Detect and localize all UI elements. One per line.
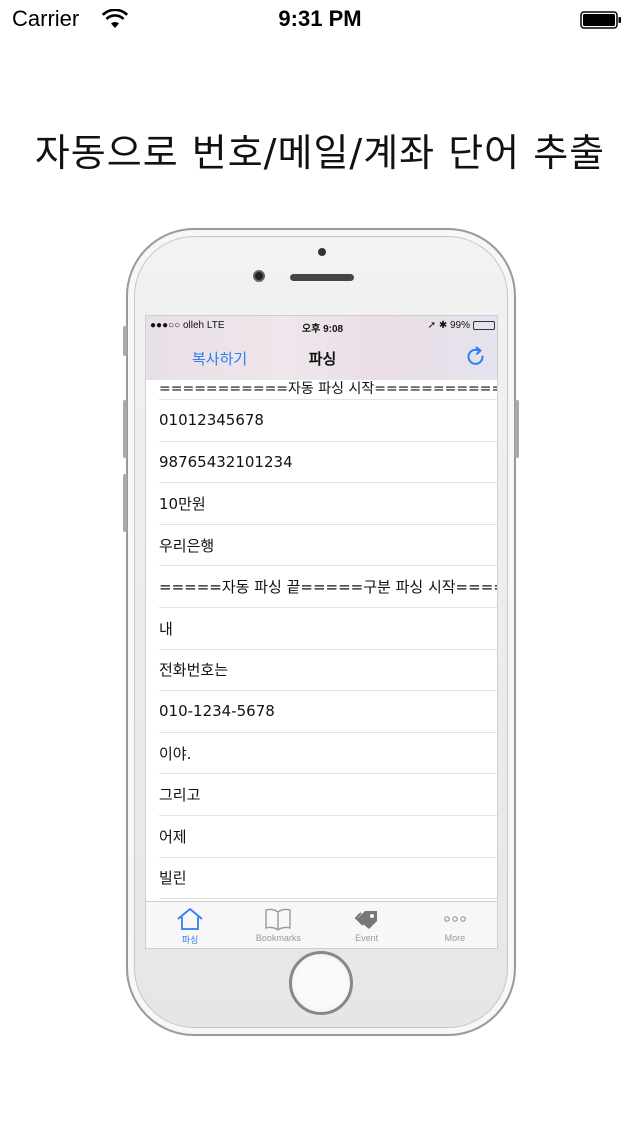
- inner-battery-icon: [473, 321, 495, 330]
- tab-parsing[interactable]: 파싱: [146, 902, 234, 948]
- list-item[interactable]: 그리고: [159, 774, 497, 816]
- refresh-icon[interactable]: [465, 346, 487, 368]
- battery-icon: [580, 11, 621, 29]
- tab-label: Bookmarks: [255, 933, 301, 943]
- power-button: [515, 400, 519, 458]
- list-item[interactable]: 내: [159, 608, 497, 650]
- inner-status-indicators: ➚ ✱ 99%: [427, 320, 470, 331]
- inner-status-bar: ●●●○○ olleh LTE 오후 9:08 ➚ ✱ 99%: [146, 316, 497, 336]
- headline: 자동으로 번호/메일/계좌 단어 추출: [34, 131, 606, 175]
- list-item[interactable]: 빌린: [159, 858, 497, 900]
- nav-bar: 복사하기 파싱: [146, 336, 497, 380]
- list-item[interactable]: 10만원: [159, 483, 497, 525]
- tab-label: 파싱: [181, 935, 199, 945]
- tab-event[interactable]: Event: [323, 902, 411, 948]
- phone-frame: ●●●○○ olleh LTE 오후 9:08 ➚ ✱ 99% 복사하기 파싱: [123, 228, 519, 1036]
- list-item[interactable]: ===========자동 파싱 시작============: [159, 380, 497, 400]
- outer-status-bar: Carrier 9:31 PM: [0, 0, 640, 40]
- proximity-sensor: [318, 248, 326, 256]
- list-item[interactable]: 01012345678: [159, 400, 497, 442]
- volume-up-button: [123, 400, 127, 458]
- tab-label: Event: [355, 933, 379, 943]
- page: Carrier 9:31 PM 자동으로 번호/메일/계좌 단어 추출 ●●●○…: [0, 0, 640, 1136]
- list-item[interactable]: 전화번호는: [159, 650, 497, 692]
- tab-bookmarks[interactable]: Bookmarks: [234, 902, 322, 948]
- tab-label: More: [444, 933, 466, 943]
- volume-down-button: [123, 474, 127, 532]
- status-time: 9:31 PM: [278, 6, 362, 31]
- tab-more[interactable]: More: [411, 902, 497, 948]
- list-item[interactable]: 010-1234-5678: [159, 691, 497, 733]
- book-icon: [265, 908, 292, 931]
- front-camera-icon: [253, 270, 265, 282]
- mute-switch: [123, 326, 127, 356]
- more-icon: [444, 916, 466, 922]
- tag-icon: [354, 911, 377, 929]
- home-icon: [177, 908, 203, 930]
- navigation-header: ●●●○○ olleh LTE 오후 9:08 ➚ ✱ 99% 복사하기 파싱: [146, 316, 497, 380]
- list-item[interactable]: 98765432101234: [159, 442, 497, 484]
- earpiece-speaker: [290, 274, 354, 281]
- list-item[interactable]: 우리은행: [159, 525, 497, 567]
- phone-screen: ●●●○○ olleh LTE 오후 9:08 ➚ ✱ 99% 복사하기 파싱: [145, 315, 498, 949]
- list-item[interactable]: =====자동 파싱 끝=====구분 파싱 시작=====: [159, 566, 497, 608]
- nav-title: 파싱: [308, 350, 337, 368]
- list-item[interactable]: 어제: [159, 816, 497, 858]
- inner-status-right: ➚ ✱ 99%: [428, 320, 495, 331]
- parsed-list[interactable]: ===========자동 파싱 시작============ 010123456…: [146, 380, 497, 901]
- list-item[interactable]: 이야.: [159, 733, 497, 775]
- tab-bar: 파싱 Bookmarks Event More: [146, 901, 497, 948]
- home-button[interactable]: [289, 951, 353, 1015]
